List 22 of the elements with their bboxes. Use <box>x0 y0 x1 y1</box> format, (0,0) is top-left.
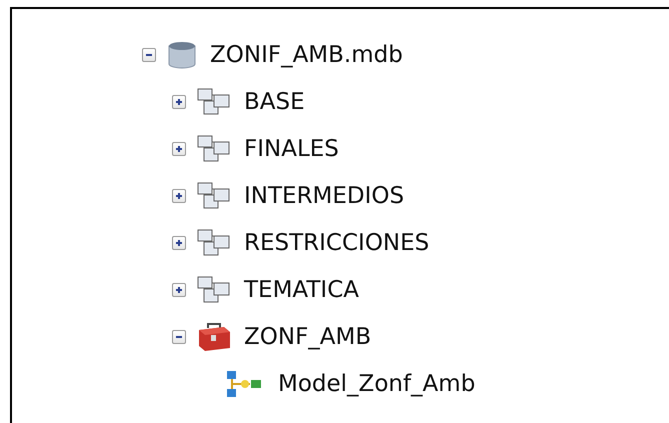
tree-item-label[interactable]: FINALES <box>244 136 339 162</box>
tree-item-label[interactable]: TEMATICA <box>244 276 359 302</box>
expand-toggle[interactable] <box>172 188 186 202</box>
tree-item-label[interactable]: ZONIF_AMB.mdb <box>210 42 403 68</box>
tree-item-label[interactable]: ZONF_AMB <box>244 324 372 350</box>
collapse-toggle[interactable] <box>142 48 156 62</box>
stacked-windows-icon <box>196 134 232 164</box>
stacked-windows-icon <box>196 228 232 258</box>
expand-toggle[interactable] <box>172 142 186 156</box>
tree-item-label[interactable]: BASE <box>244 88 305 114</box>
collapse-toggle[interactable] <box>172 330 186 344</box>
stacked-windows-icon <box>196 86 232 116</box>
toolbox-icon <box>196 322 232 352</box>
stacked-windows-icon <box>196 180 232 210</box>
expand-toggle[interactable] <box>172 236 186 250</box>
stacked-windows-icon <box>196 274 232 304</box>
tree-item-label[interactable]: RESTRICCIONES <box>244 230 430 256</box>
expand-toggle[interactable] <box>172 94 186 108</box>
expand-toggle[interactable] <box>172 282 186 296</box>
tree-item-label[interactable]: Model_Zonf_Amb <box>278 370 476 396</box>
tree-item-label[interactable]: INTERMEDIOS <box>244 182 404 208</box>
database-icon <box>166 40 198 70</box>
